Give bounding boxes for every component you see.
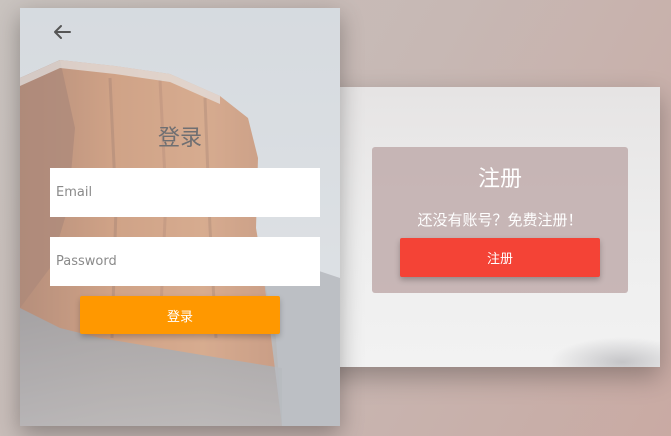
register-card: 注册 还没有账号？免费注册！ 注册 xyxy=(372,147,628,293)
register-title: 注册 xyxy=(477,167,522,192)
login-panel-overlay xyxy=(20,8,340,426)
arrow-left-icon[interactable] xyxy=(50,20,74,44)
password-field[interactable] xyxy=(50,237,320,286)
login-title: 登录 xyxy=(157,126,202,151)
register-button[interactable]: 注册 xyxy=(400,238,600,277)
email-field[interactable] xyxy=(50,168,320,217)
login-panel: 登录 登录 xyxy=(20,8,340,426)
background-mist xyxy=(550,337,660,367)
login-button[interactable]: 登录 xyxy=(80,296,280,334)
register-description: 还没有账号？免费注册！ xyxy=(417,211,583,229)
register-panel: 注册 还没有账号？免费注册！ 注册 xyxy=(320,87,660,367)
